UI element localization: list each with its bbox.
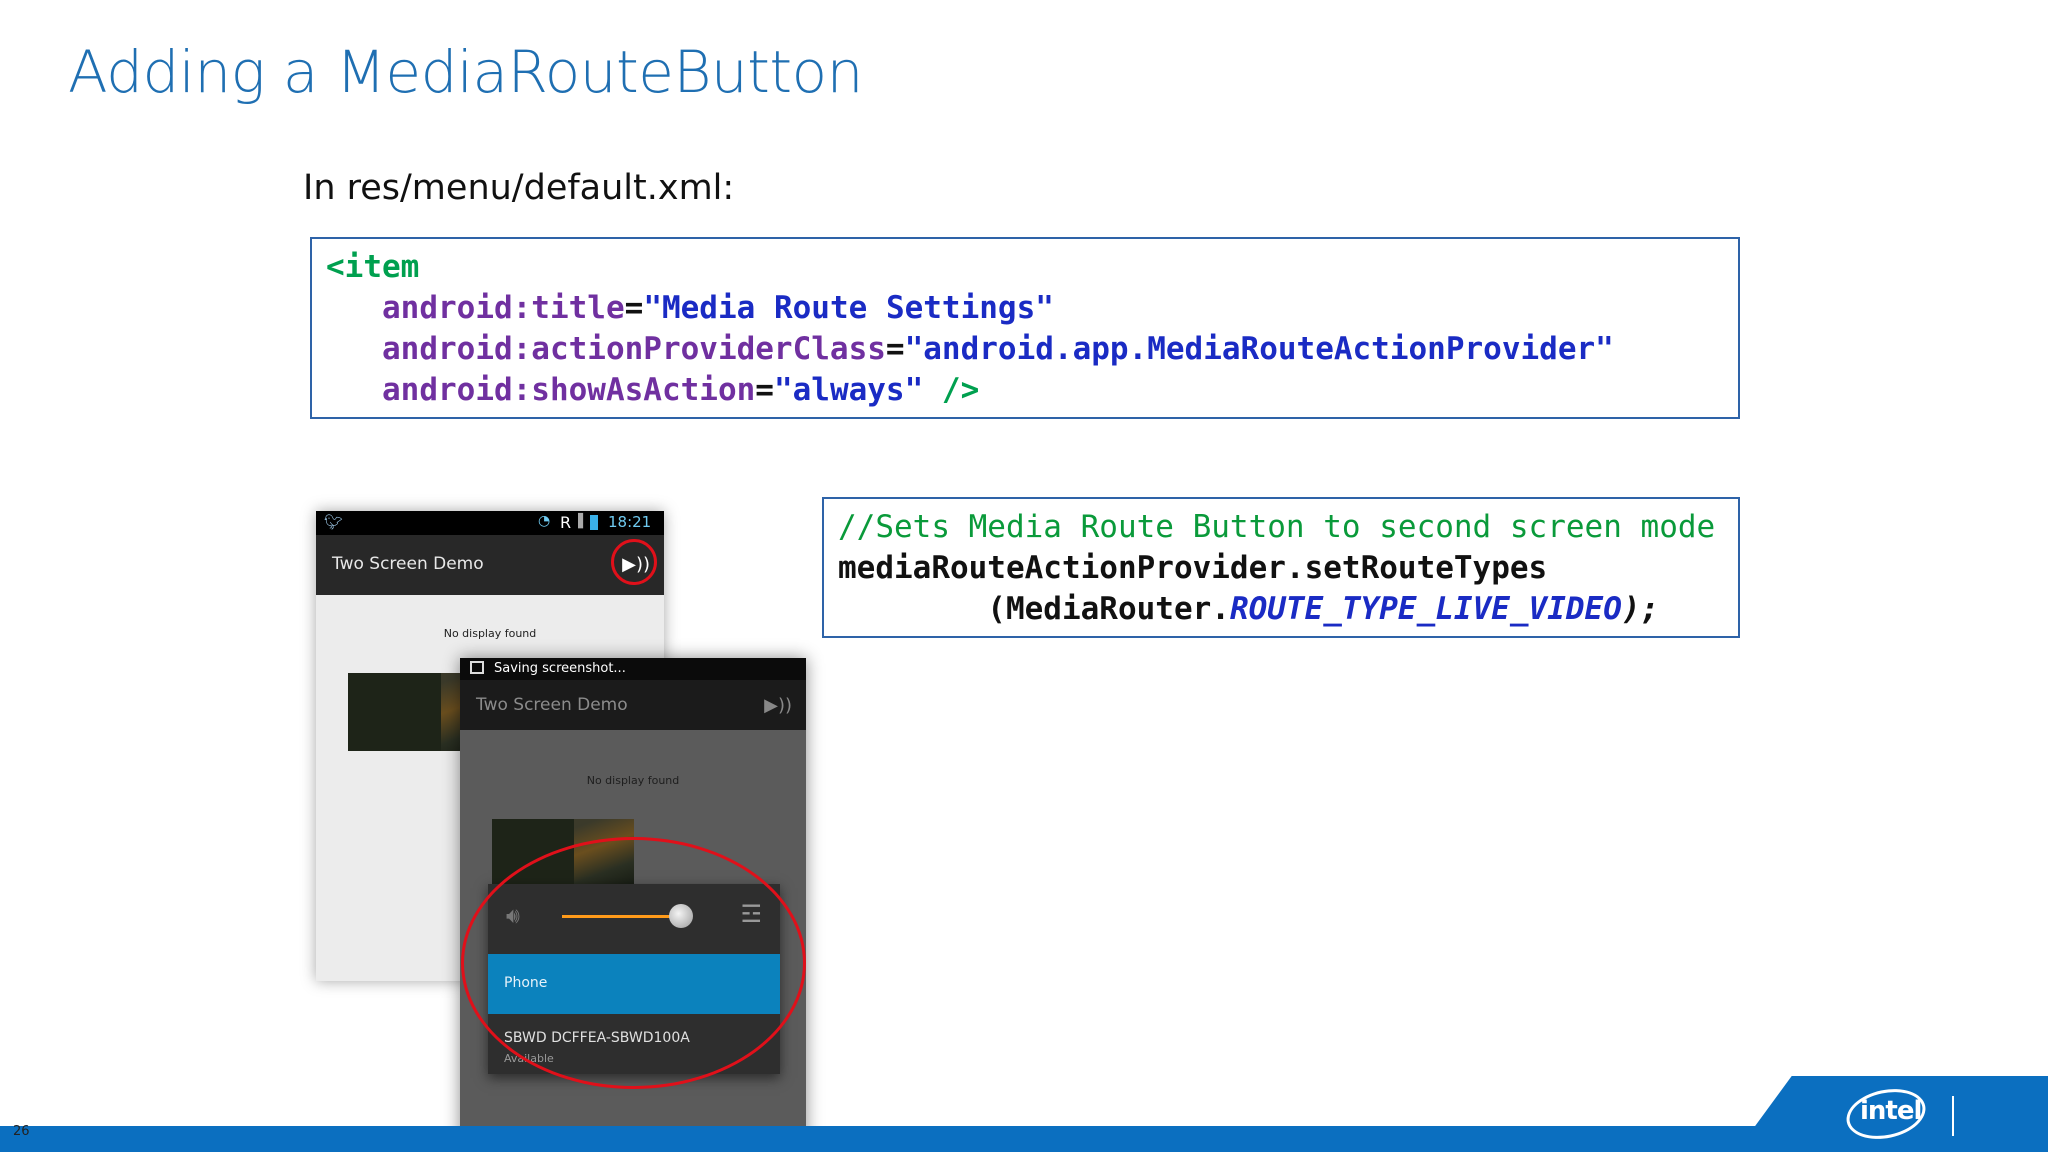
xml-attr-title-value: "Media Route Settings": [643, 290, 1054, 326]
xml-equals: =: [755, 372, 774, 408]
battery-icon: [590, 515, 598, 530]
route-dialog-highlight: [461, 837, 806, 1089]
no-display-message: No display found: [586, 774, 680, 787]
bird-icon: 🐦︎: [324, 513, 344, 531]
xml-tag-close: />: [923, 372, 980, 408]
status-bar: 🐦︎ ◔ R ▐ 18:21: [316, 511, 664, 535]
status-time: 18:21: [608, 513, 652, 531]
java-line-3-prefix: (MediaRouter.: [838, 591, 1230, 627]
notification-text: Saving screenshot...: [494, 661, 626, 676]
status-signal: R: [560, 513, 572, 532]
xml-attr-show-name: android:showAsAction: [382, 372, 756, 408]
xml-code-block: <item android:title="Media Route Setting…: [310, 237, 1740, 419]
xml-attr-title-name: android:title: [382, 290, 625, 326]
signal-icon: ▐: [573, 514, 583, 529]
xml-attr-provider-name: android:actionProviderClass: [382, 331, 886, 367]
no-display-message: No display found: [443, 627, 537, 640]
java-route-constant: ROUTE_TYPE_LIVE_VIDEO: [1229, 591, 1622, 627]
java-comment: //Sets Media Route Button to second scre…: [838, 509, 1716, 545]
java-line-2: mediaRouteActionProvider.setRouteTypes: [838, 550, 1548, 586]
xml-tag-open: <item: [326, 249, 420, 285]
logo-divider: [1952, 1096, 1954, 1136]
page-number: 26: [13, 1124, 30, 1139]
intro-text: In res/menu/default.xml:: [303, 168, 735, 208]
xml-equals: =: [624, 290, 644, 326]
app-title: Two Screen Demo: [332, 554, 484, 574]
xml-attr-show-value: "always": [773, 372, 924, 408]
xml-attr-provider-value: "android.app.MediaRouteActionProvider": [904, 331, 1614, 367]
slide-title: Adding a MediaRouteButton: [68, 38, 863, 106]
cast-icon: ▶)): [764, 695, 792, 716]
app-action-bar-dimmed: Two Screen Demo ▶)): [460, 680, 806, 730]
intel-logo: intel: [1841, 1082, 1931, 1146]
logo-text: intel: [1860, 1096, 1922, 1126]
cast-button-highlight: [611, 539, 657, 585]
notification-bar: Saving screenshot...: [460, 658, 806, 680]
java-code-block: //Sets Media Route Button to second scre…: [822, 497, 1740, 638]
wifi-icon: ◔: [538, 513, 551, 529]
java-line-3-suffix: );: [1621, 591, 1660, 627]
app-title: Two Screen Demo: [476, 695, 628, 715]
image-icon: [470, 661, 484, 674]
xml-equals: =: [885, 331, 905, 367]
footer-bar: [0, 1126, 2048, 1152]
